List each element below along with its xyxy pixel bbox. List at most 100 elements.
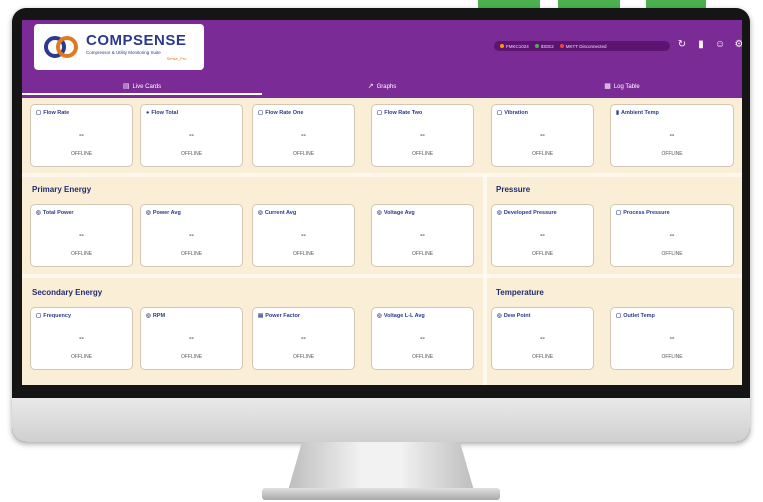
user-icon[interactable]: ☺ bbox=[714, 39, 726, 51]
card-flow-rate-two[interactable]: ▢ Flow Rate Two -- OFFLINE bbox=[371, 104, 474, 167]
logo-subtitle: Compressor & Utility Monitoring Suite bbox=[86, 50, 161, 55]
status-item: FMKC1024 bbox=[500, 44, 529, 49]
card-flow-rate-one[interactable]: ▢ Flow Rate One -- OFFLINE bbox=[252, 104, 355, 167]
cards-icon: ▤ bbox=[122, 83, 130, 90]
card-title: Total Power bbox=[42, 210, 74, 216]
card-icon: ▢ bbox=[497, 110, 503, 116]
card-voltage-avg[interactable]: ◎ Voltage Avg -- OFFLINE bbox=[371, 204, 474, 267]
tab-graphs[interactable]: ↗ Graphs bbox=[262, 79, 502, 95]
card-status: OFFLINE bbox=[411, 354, 434, 360]
card-title: Flow Rate bbox=[43, 110, 70, 116]
logo-title: COMPSENSE bbox=[86, 32, 187, 49]
logo-byline: Sense_Pro bbox=[166, 56, 187, 61]
card-icon: ▢ bbox=[36, 313, 42, 319]
settings-icon[interactable]: ⚙ bbox=[733, 39, 742, 51]
tab-bar: ▤ Live Cards ↗ Graphs ▦ Log Table bbox=[22, 79, 742, 95]
card-title: Power Avg bbox=[152, 210, 181, 216]
refresh-icon[interactable]: ↻ bbox=[676, 39, 688, 51]
card-flow-total[interactable]: ● Flow Total -- OFFLINE bbox=[140, 104, 243, 167]
card-value: -- bbox=[301, 335, 306, 342]
card-title: Voltage L-L Avg bbox=[383, 313, 425, 319]
card-current-avg[interactable]: ◎ Current Avg -- OFFLINE bbox=[252, 204, 355, 267]
card-value: -- bbox=[669, 132, 675, 139]
graph-icon: ↗ bbox=[367, 83, 374, 90]
card-value: -- bbox=[189, 232, 194, 239]
card-title: Flow Rate One bbox=[265, 110, 304, 116]
table-icon: ▦ bbox=[604, 83, 611, 90]
section-title-secondary-energy: Secondary Energy bbox=[32, 288, 103, 297]
card-title: Power Factor bbox=[265, 313, 301, 319]
card-status: OFFLINE bbox=[531, 151, 554, 157]
card-rpm[interactable]: ◎ RPM -- OFFLINE bbox=[140, 307, 243, 370]
card-icon: ◎ bbox=[146, 210, 151, 216]
tab-log-table[interactable]: ▦ Log Table bbox=[502, 79, 742, 95]
card-title: Dew Point bbox=[503, 313, 531, 319]
card-title: Developed Pressure bbox=[503, 210, 557, 216]
brand-logo[interactable]: COMPSENSE Compressor & Utility Monitorin… bbox=[34, 24, 204, 70]
card-icon: ◎ bbox=[146, 313, 151, 319]
card-title: Vibration bbox=[504, 110, 528, 116]
card-dew-point[interactable]: ◎ Dew Point -- OFFLINE bbox=[491, 307, 594, 370]
card-icon: ▢ bbox=[36, 110, 42, 116]
card-process-pressure[interactable]: ▢ Process Pressure -- OFFLINE bbox=[610, 204, 734, 267]
card-icon: ▢ bbox=[258, 110, 264, 116]
section-title-temperature: Temperature bbox=[496, 288, 544, 297]
card-title: Process Pressure bbox=[623, 210, 670, 216]
card-icon: ▢ bbox=[616, 313, 622, 319]
card-value: -- bbox=[79, 335, 84, 342]
card-title: RPM bbox=[152, 313, 166, 319]
card-title: Flow Rate Two bbox=[384, 110, 423, 116]
battery-icon[interactable]: ▮ bbox=[695, 39, 707, 51]
card-vibration[interactable]: ▢ Vibration -- OFFLINE bbox=[491, 104, 594, 167]
card-voltage-ll-avg[interactable]: ◎ Voltage L-L Avg -- OFFLINE bbox=[371, 307, 474, 370]
card-value: -- bbox=[420, 132, 425, 139]
card-status: OFFLINE bbox=[70, 251, 93, 257]
card-status: OFFLINE bbox=[531, 251, 554, 257]
card-title: Current Avg bbox=[264, 210, 297, 216]
card-value: -- bbox=[540, 335, 545, 342]
dashboard-screen: COMPSENSE Compressor & Utility Monitorin… bbox=[22, 20, 742, 385]
card-icon: ◎ bbox=[377, 313, 382, 319]
card-value: -- bbox=[189, 132, 194, 139]
card-value: -- bbox=[301, 232, 306, 239]
card-status: OFFLINE bbox=[180, 151, 203, 157]
status-item: MKTT Disconnected bbox=[559, 44, 606, 49]
section-divider bbox=[22, 274, 742, 278]
card-icon: ▤ bbox=[258, 313, 264, 319]
card-flow-rate[interactable]: ▢ Flow Rate -- OFFLINE bbox=[30, 104, 133, 167]
card-ambient-temp[interactable]: ▮ Ambient Temp -- OFFLINE bbox=[610, 104, 734, 167]
status-dot bbox=[500, 44, 504, 49]
card-developed-pressure[interactable]: ◎ Developed Pressure -- OFFLINE bbox=[491, 204, 594, 267]
card-title: Voltage Avg bbox=[383, 210, 415, 216]
card-status: OFFLINE bbox=[180, 354, 203, 360]
card-power-factor[interactable]: ▤ Power Factor -- OFFLINE bbox=[252, 307, 355, 370]
card-power-avg[interactable]: ◎ Power Avg -- OFFLINE bbox=[140, 204, 243, 267]
connection-status-bar: FMKC1024 IDEE2 MKTT Disconnected bbox=[494, 41, 670, 51]
card-icon: ◎ bbox=[36, 210, 41, 216]
card-value: -- bbox=[301, 132, 306, 139]
card-icon: ● bbox=[146, 110, 150, 116]
card-status: OFFLINE bbox=[661, 354, 683, 360]
card-status: OFFLINE bbox=[70, 151, 93, 157]
card-value: -- bbox=[189, 335, 194, 342]
card-frequency[interactable]: ▢ Frequency -- OFFLINE bbox=[30, 307, 133, 370]
card-icon: ◎ bbox=[258, 210, 263, 216]
card-icon: ◎ bbox=[497, 210, 502, 216]
monitor-chin bbox=[12, 398, 750, 442]
section-title-pressure: Pressure bbox=[496, 185, 531, 194]
card-status: OFFLINE bbox=[411, 251, 434, 257]
tab-live-cards[interactable]: ▤ Live Cards bbox=[22, 79, 262, 95]
card-title: Ambient Temp bbox=[621, 110, 659, 116]
card-value: -- bbox=[420, 232, 425, 239]
header-actions: ↻ ▮ ☺ ⚙ bbox=[676, 39, 742, 51]
card-outlet-temp[interactable]: ▢ Outlet Temp -- OFFLINE bbox=[610, 307, 734, 370]
monitor-mockup: COMPSENSE Compressor & Utility Monitorin… bbox=[0, 0, 763, 502]
card-status: OFFLINE bbox=[292, 354, 315, 360]
card-status: OFFLINE bbox=[531, 354, 554, 360]
card-status: OFFLINE bbox=[292, 151, 315, 157]
card-total-power[interactable]: ◎ Total Power -- OFFLINE bbox=[30, 204, 133, 267]
card-title: Flow Total bbox=[151, 110, 179, 116]
card-value: -- bbox=[420, 335, 425, 342]
card-icon: ▢ bbox=[377, 110, 383, 116]
app-header: COMPSENSE Compressor & Utility Monitorin… bbox=[22, 20, 742, 98]
